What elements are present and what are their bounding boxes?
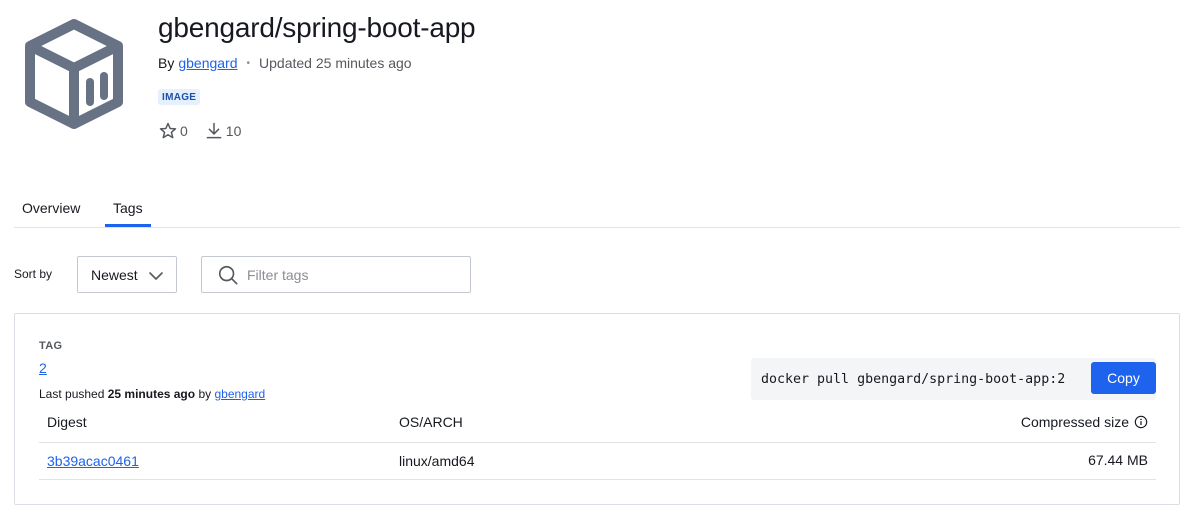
column-os-arch: OS/ARCH	[399, 414, 463, 430]
tab-bar: Overview Tags	[14, 196, 1180, 228]
by-label: By	[158, 55, 175, 71]
chevron-down-icon	[149, 272, 163, 280]
repository-logo-icon	[22, 18, 126, 130]
search-icon	[218, 265, 238, 285]
separator-dot: •	[246, 57, 251, 69]
download-icon	[206, 122, 222, 139]
pushed-prefix: Last pushed	[39, 387, 105, 401]
tab-tags[interactable]: Tags	[105, 200, 151, 227]
pull-command-box: docker pull gbengard/spring-boot-app:2 C…	[751, 358, 1156, 400]
page-title: gbengard/spring-boot-app	[158, 12, 476, 43]
tag-label: TAG	[39, 340, 63, 352]
copy-button[interactable]: Copy	[1091, 362, 1156, 394]
filter-tags-input[interactable]	[247, 266, 447, 283]
pushed-time: 25 minutes ago	[107, 387, 196, 401]
sort-select[interactable]: Newest	[77, 256, 177, 293]
repo-meta: By gbengard • Updated 25 minutes ago	[158, 55, 412, 71]
digest-table: Digest OS/ARCH Compressed size 3b39acac0…	[39, 408, 1156, 480]
star-count-value: 0	[180, 123, 188, 139]
tab-overview[interactable]: Overview	[14, 200, 88, 227]
pull-count: 10	[204, 121, 242, 141]
tag-card: TAG 2 Last pushed 25 minutes ago by gben…	[14, 313, 1180, 505]
tag-link[interactable]: 2	[39, 360, 47, 376]
updated-time: Updated 25 minutes ago	[259, 55, 412, 71]
pushed-user-link[interactable]: gbengard	[214, 387, 265, 401]
last-pushed: Last pushed 25 minutes ago by gbengard	[39, 387, 265, 401]
star-count[interactable]: 0	[158, 121, 188, 141]
os-arch-value: linux/amd64	[399, 453, 475, 469]
sort-label: Sort by	[14, 267, 53, 281]
column-digest: Digest	[47, 414, 87, 430]
image-badge: IMAGE	[158, 89, 201, 105]
star-icon	[159, 122, 177, 139]
pushed-by: by	[198, 387, 212, 401]
column-size-label: Compressed size	[1020, 414, 1129, 430]
table-row: 3b39acac0461 linux/amd64 67.44 MB	[39, 443, 1156, 480]
info-icon[interactable]	[1134, 415, 1148, 429]
owner-link[interactable]: gbengard	[178, 55, 237, 71]
pull-command[interactable]: docker pull gbengard/spring-boot-app:2	[761, 372, 1065, 387]
filter-tags-field	[201, 256, 471, 293]
digest-link[interactable]: 3b39acac0461	[47, 453, 139, 469]
pull-count-value: 10	[225, 123, 242, 139]
table-header: Digest OS/ARCH Compressed size	[39, 408, 1156, 443]
sort-value: Newest	[91, 266, 138, 283]
repo-stats: 0 10	[158, 121, 257, 141]
size-value: 67.44 MB	[1088, 452, 1148, 468]
column-size: Compressed size	[1021, 414, 1148, 430]
